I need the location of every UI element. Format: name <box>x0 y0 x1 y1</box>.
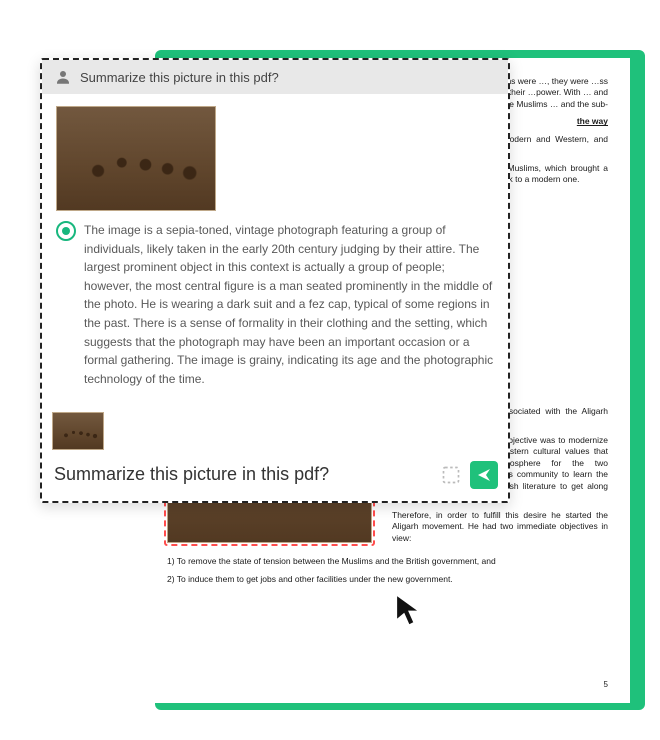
chat-input[interactable] <box>52 460 432 489</box>
chat-input-attachments <box>42 406 508 460</box>
attached-image-thumbnail[interactable] <box>56 106 216 211</box>
person-icon <box>54 68 72 86</box>
user-message-text: Summarize this picture in this pdf? <box>80 70 279 85</box>
ai-message: The image is a sepia-toned, vintage phot… <box>56 221 494 388</box>
ai-message-text: The image is a sepia-toned, vintage phot… <box>84 221 494 388</box>
send-button[interactable] <box>470 461 498 489</box>
chat-panel: Summarize this picture in this pdf? The … <box>40 58 510 503</box>
doc-list-item: 1) To remove the state of tension betwee… <box>167 556 608 567</box>
ai-avatar-icon <box>56 221 76 241</box>
chat-input-row <box>42 460 508 501</box>
page-number: 5 <box>604 680 608 691</box>
doc-paragraph: Therefore, in order to fulfill this desi… <box>392 510 608 544</box>
chat-body: The image is a sepia-toned, vintage phot… <box>42 94 508 406</box>
chat-user-message: Summarize this picture in this pdf? <box>42 60 508 94</box>
screenshot-select-icon[interactable] <box>440 464 462 486</box>
doc-list-item: 2) To induce them to get jobs and other … <box>167 574 608 585</box>
input-attachment-thumbnail[interactable] <box>52 412 104 450</box>
